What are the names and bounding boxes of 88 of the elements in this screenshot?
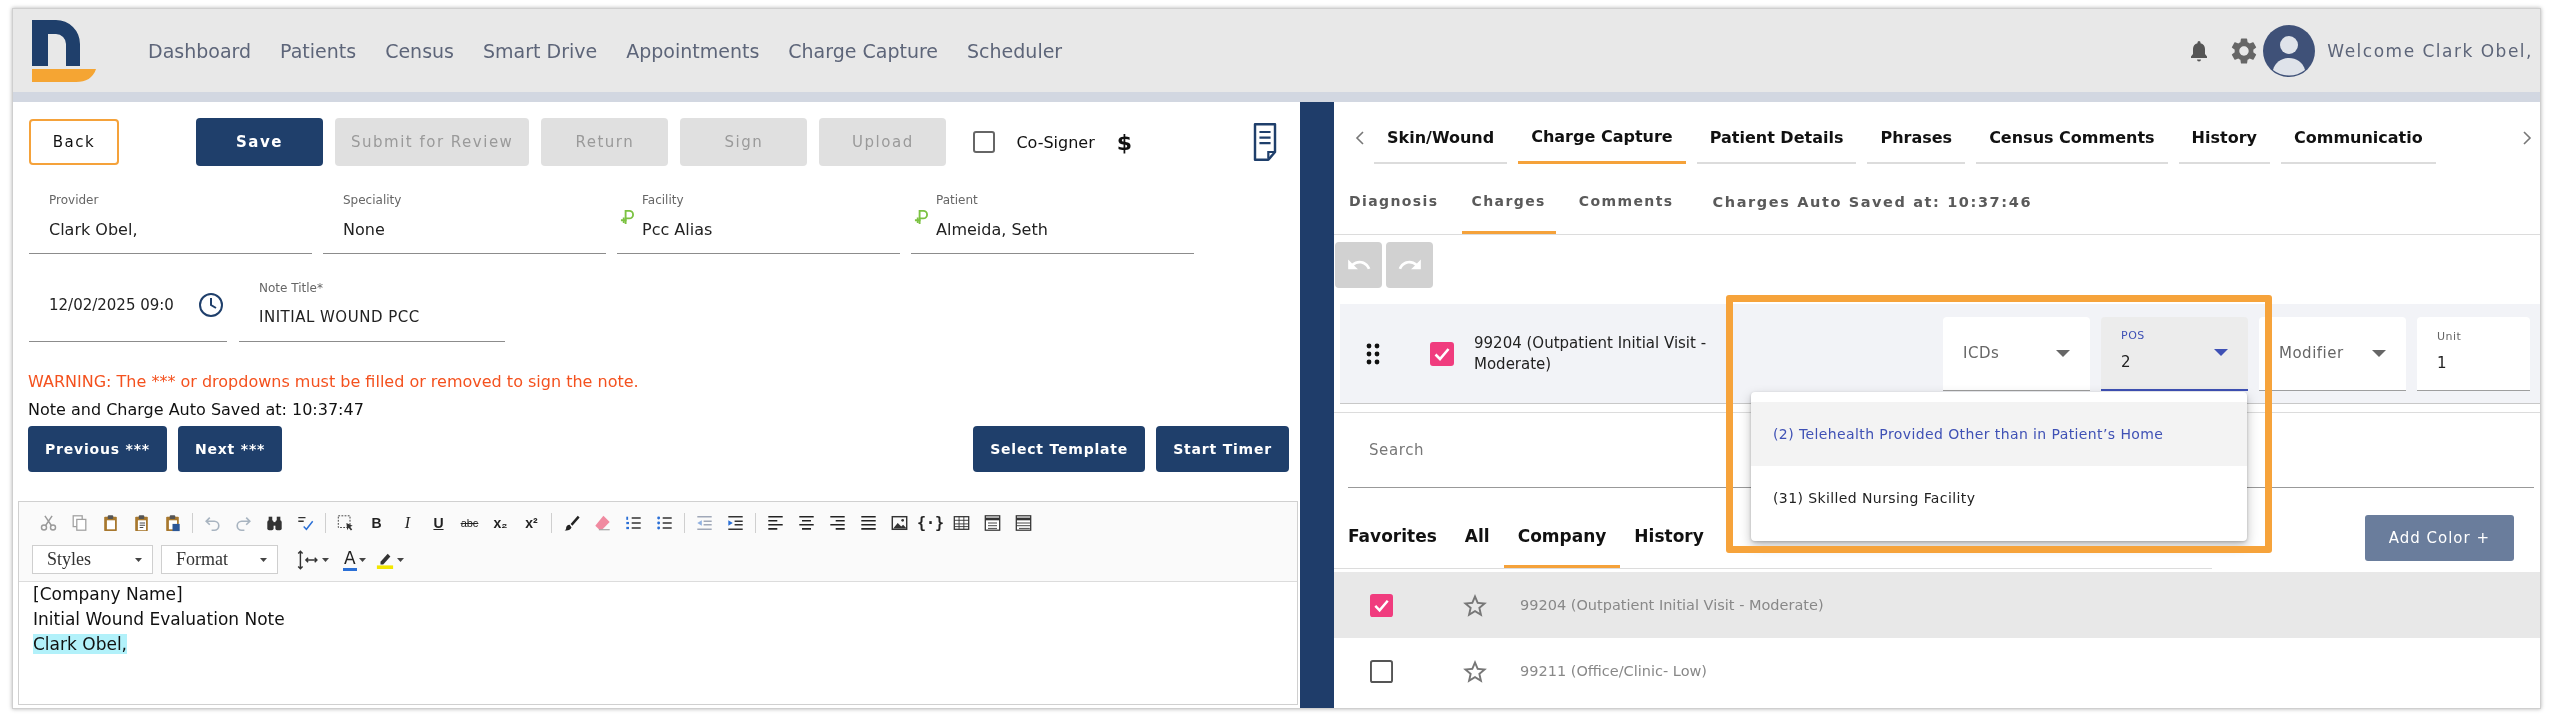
caret-icon	[2372, 349, 2386, 357]
menu-option[interactable]: (31) Skilled Nursing Facility	[1751, 466, 2247, 530]
nav-link[interactable]: Appointments	[626, 39, 760, 62]
tab[interactable]: Patient Details	[1696, 112, 1857, 164]
avatar-icon[interactable]	[2263, 24, 2316, 77]
star-icon[interactable]	[1463, 659, 1487, 683]
tab[interactable]: History	[2178, 112, 2270, 164]
logo-icon[interactable]	[30, 19, 96, 82]
nav-link[interactable]: Scheduler	[967, 39, 1063, 62]
step-button[interactable]: Previous ***	[28, 426, 167, 472]
code-tab[interactable]: Favorites	[1334, 506, 1451, 568]
select-field[interactable]: ICDs	[1943, 316, 2090, 391]
code-label: 99204 (Outpatient Initial Visit - Moderate)	[1520, 597, 1824, 613]
editor-text-area[interactable]: [Company Name] Initial Wound Evaluation Note Clark Obel,	[19, 582, 1297, 704]
code-label: 99211 (Office/Clinic- Low)	[1520, 663, 1708, 679]
subtab[interactable]: Charges	[1461, 170, 1556, 234]
checkbox[interactable]	[1370, 659, 1393, 683]
tab[interactable]: Phrases	[1867, 112, 1966, 164]
subtab[interactable]: Comments	[1568, 170, 1684, 234]
add-color-button[interactable]: Add Color +	[2364, 515, 2514, 561]
caret-icon	[2214, 349, 2228, 356]
tab[interactable]: Charge Capture	[1518, 112, 1686, 164]
caret-icon[interactable]	[322, 557, 329, 562]
bell-icon[interactable]	[2189, 38, 2210, 63]
nav-link[interactable]: Smart Drive	[483, 39, 598, 62]
tab[interactable]: Communicatio	[2280, 112, 2436, 164]
editor-text: Clark Obel,	[33, 634, 127, 654]
checkbox-label: Co-Signer	[1016, 132, 1095, 152]
select-field[interactable]: Modifier	[2259, 316, 2406, 391]
chevron-left-icon[interactable]	[1355, 130, 1365, 146]
nav-link[interactable]: Patients	[280, 39, 357, 62]
checkbox[interactable]	[973, 131, 996, 153]
text-field[interactable]: Provider Clark Obel,	[29, 188, 312, 254]
welcome-text: Welcome Clark Obel,	[2327, 40, 2533, 61]
editor-text: Initial Wound Evaluation Note	[33, 609, 285, 629]
action-button[interactable]: Save	[196, 118, 323, 166]
back-button[interactable]: Back	[29, 119, 119, 165]
format-dropdown[interactable]: Format	[161, 545, 278, 574]
nav-link[interactable]: Census	[385, 39, 454, 62]
star-icon[interactable]	[1463, 593, 1487, 617]
checkbox[interactable]	[1370, 593, 1393, 617]
checkbox[interactable]	[1430, 341, 1454, 366]
link-status-icon	[914, 209, 928, 225]
input-field[interactable]: Unit 1	[2417, 316, 2530, 391]
autosave-text: Charges Auto Saved at: 10:37:46	[1712, 194, 2033, 210]
format-button[interactable]: abc	[454, 517, 485, 529]
link-status-icon	[620, 209, 634, 225]
nav-link[interactable]: Dashboard	[148, 39, 252, 62]
text-field[interactable]: Speciality None	[323, 188, 606, 254]
format-button[interactable]: x₂	[485, 515, 516, 531]
datetime-field[interactable]: 12/02/2025 09:0	[29, 278, 227, 342]
chevron-right-icon[interactable]	[2522, 130, 2532, 146]
placeholder-button[interactable]: {·}	[915, 514, 946, 532]
warning-text: WARNING: The *** or dropdowns must be filled or removed to sign the note.	[28, 372, 640, 392]
step-button[interactable]: Next ***	[177, 426, 283, 472]
styles-dropdown[interactable]: Styles	[32, 545, 153, 574]
tab[interactable]: Skin/Wound	[1374, 112, 1508, 164]
code-tab[interactable]: Company	[1503, 506, 1621, 568]
caret-icon	[260, 557, 267, 562]
nav-link[interactable]: Charge Capture	[788, 39, 939, 62]
tab[interactable]: Census Comments	[1976, 112, 2168, 164]
text-field[interactable]: Facility Pcc Alias	[617, 188, 900, 254]
tool-button[interactable]: Select Template	[973, 426, 1146, 472]
drag-handle-icon[interactable]	[1366, 342, 1380, 365]
format-button[interactable]: B	[361, 515, 392, 531]
format-button[interactable]: I	[392, 514, 423, 532]
text-field[interactable]: Note Title* INITIAL WOUND PCC	[239, 278, 505, 342]
clock-icon[interactable]	[198, 291, 224, 318]
billing-symbol[interactable]: $	[1116, 129, 1133, 155]
caret-icon[interactable]	[396, 557, 404, 562]
code-tab[interactable]: All	[1450, 506, 1504, 568]
menu-option[interactable]: (2) Telehealth Provided Other than in Patient’s Home	[1751, 402, 2247, 466]
code-tab[interactable]: History	[1620, 506, 1718, 568]
subtab[interactable]: Diagnosis	[1339, 170, 1449, 234]
table-row[interactable]: 99211 (Office/Clinic- Low)	[1334, 638, 2540, 704]
editor-text: [Company Name]	[33, 584, 183, 604]
charge-code: 99204 (Outpatient Initial Visit - Moderate)	[1474, 332, 1708, 375]
format-button[interactable]: x²	[516, 515, 547, 531]
autosave-text: Note and Charge Auto Saved at: 10:37:47	[28, 400, 365, 420]
format-button[interactable]: U	[423, 515, 454, 531]
caret-icon[interactable]	[358, 557, 366, 562]
text-field[interactable]: Patient Almeida, Seth	[911, 188, 1194, 254]
text-color-button[interactable]: A	[343, 548, 357, 571]
caret-icon	[2056, 349, 2070, 357]
tool-button[interactable]: Start Timer	[1156, 426, 1289, 472]
select-field[interactable]: POS 2	[2101, 316, 2248, 391]
settings-icon[interactable]	[2231, 37, 2258, 64]
caret-icon	[135, 557, 142, 562]
